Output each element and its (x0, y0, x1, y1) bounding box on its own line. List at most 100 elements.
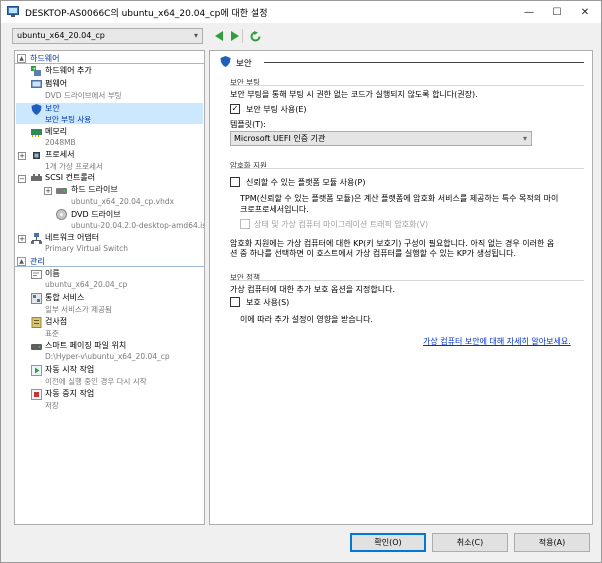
tpm-checkbox-label: 신뢰할 수 있는 플랫폼 모듈 사용(P) (246, 178, 366, 187)
tree-item-name-sub: ubuntu_x64_20.04_cp (45, 280, 128, 289)
security-policy-description: 가상 컴퓨터에 대한 추가 보호 옵션을 지정합니다. (230, 285, 395, 294)
tree-item-name[interactable]: 이름 (45, 268, 60, 280)
shielding-checkbox-label: 보호 사용(S) (246, 298, 290, 307)
tree-item-scsi-controller[interactable]: SCSI 컨트롤러 (45, 172, 95, 184)
tree-item-dvd-drive-sub: ubuntu-20.04.2.0-desktop-amd64.iso (71, 221, 205, 230)
tree-item-integration-services-sub: 일부 서비스가 제공됨 (45, 305, 112, 314)
network-adapter-icon (31, 233, 42, 244)
secure-boot-checkbox[interactable]: ✓ (230, 104, 240, 114)
expand-processor-icon[interactable]: + (18, 152, 26, 160)
apply-button[interactable]: 적용(A) (514, 533, 590, 552)
close-icon: ✕ (580, 6, 590, 18)
encrypt-traffic-checkbox[interactable] (240, 219, 250, 229)
tpm-description-line-1: TPM(신뢰할 수 있는 플랫폼 모듈)은 계산 플랫폼에 암호화 서비스를 제… (240, 194, 559, 203)
template-label: 템플릿(T): (230, 120, 266, 129)
tree-item-hard-drive[interactable]: 하드 드라이브 (71, 184, 118, 196)
management-header-label: 관리 (30, 256, 45, 266)
template-dropdown[interactable]: Microsoft UEFI 인증 기관 ▾ (230, 131, 532, 146)
collapse-scsi-icon[interactable]: − (18, 175, 26, 183)
hard-drive-icon (56, 188, 67, 194)
tree-item-hard-drive-sub: ubuntu_x64_20.04_cp.vhdx (71, 197, 175, 206)
security-policy-group-title: 보안 정책 (230, 273, 260, 282)
vm-selector-value: ubuntu_x64_20.04_cp (17, 31, 105, 40)
shield-icon (220, 56, 231, 67)
collapse-icon[interactable]: ▲ (17, 53, 26, 63)
tpm-checkbox[interactable] (230, 177, 240, 187)
tree-item-checkpoints-sub: 표준 (45, 329, 59, 338)
scsi-controller-icon (31, 174, 42, 181)
tree-item-firmware[interactable]: 펌웨어 (45, 78, 67, 90)
maximize-button[interactable]: ☐ (543, 1, 571, 23)
tree-item-processor[interactable]: 프로세서 (45, 149, 74, 161)
minimize-button[interactable]: — (515, 1, 543, 23)
encryption-group-rule (230, 168, 584, 169)
expand-network-adapter-icon[interactable]: + (18, 235, 26, 243)
learn-more-link[interactable]: 가상 컴퓨터 보안에 대해 자세히 알아보세요. (423, 336, 571, 347)
hardware-section-header[interactable]: ▲ 하드웨어 (15, 53, 204, 63)
expand-hard-drive-icon[interactable]: + (44, 187, 52, 195)
ok-button[interactable]: 확인(O) (350, 533, 426, 552)
key-protector-description-line-2: 션 중 하나를 선택하면 이 호스트에서 가상 컴퓨터를 실행할 수 있는 KP… (230, 249, 517, 258)
refresh-button[interactable] (248, 29, 262, 43)
encrypt-traffic-label: 상태 및 가상 컴퓨터 마이그레이션 트래픽 암호화(V) (254, 220, 429, 229)
tree-item-security-sub: 보안 부팅 사용 (45, 115, 92, 124)
management-section-header[interactable]: ▲ 관리 (15, 256, 204, 266)
settings-window: DESKTOP-AS0066C의 ubuntu_x64_20.04_cp에 대한… (0, 0, 602, 563)
auto-stop-icon (31, 389, 42, 400)
checkpoint-icon (31, 317, 42, 328)
chevron-down-icon: ▾ (522, 134, 527, 143)
shielding-checkbox[interactable] (230, 297, 240, 307)
security-settings-panel: 보안 보안 부팅 보안 부팅을 통해 부팅 시 권한 없는 코드가 실행되지 않… (209, 50, 593, 525)
tree-item-add-hardware[interactable]: 하드웨어 추가 (45, 65, 92, 77)
name-icon (31, 270, 42, 279)
window-title: DESKTOP-AS0066C의 ubuntu_x64_20.04_cp에 대한… (25, 9, 268, 19)
memory-icon (31, 129, 42, 137)
tree-item-smart-paging[interactable]: 스마트 페이징 파일 위치 (45, 340, 126, 352)
title-bar: DESKTOP-AS0066C의 ubuntu_x64_20.04_cp에 대한… (1, 1, 601, 23)
add-hardware-icon: + (31, 66, 41, 76)
dvd-drive-icon (56, 209, 67, 220)
template-dropdown-value: Microsoft UEFI 인증 기관 (234, 134, 326, 143)
next-button[interactable] (227, 29, 241, 43)
close-button[interactable]: ✕ (571, 1, 599, 23)
tree-item-auto-start[interactable]: 자동 시작 작업 (45, 364, 94, 376)
cancel-button[interactable]: 취소(C) (432, 533, 508, 552)
secure-boot-group-rule (230, 85, 584, 86)
hardware-header-label: 하드웨어 (30, 53, 60, 63)
tree-item-auto-start-sub: 이전에 실행 중인 경우 다시 시작 (45, 377, 147, 386)
refresh-icon (250, 30, 260, 41)
secure-boot-checkbox-label: 보안 부팅 사용(E) (246, 105, 307, 114)
shielding-description: 이에 따라 추가 설정이 영향을 받습니다. (240, 315, 374, 324)
panel-header: 보안 (236, 59, 252, 69)
tree-item-dvd-drive[interactable]: DVD 드라이브 (71, 209, 121, 221)
tpm-description-line-2: 크로프로세서입니다. (240, 205, 309, 214)
tree-item-network-adapter-sub: Primary Virtual Switch (45, 244, 129, 253)
encryption-group-title: 암호화 지원 (230, 161, 267, 170)
hyperv-settings-icon (7, 6, 19, 17)
smart-paging-icon (31, 344, 42, 350)
arrow-left-icon (214, 31, 223, 41)
security-policy-group-rule (230, 280, 584, 281)
firmware-icon (31, 80, 42, 88)
secure-boot-group-title: 보안 부팅 (230, 78, 260, 87)
panel-header-rule (264, 62, 584, 63)
svg-text:+: + (32, 67, 36, 73)
auto-start-icon (31, 365, 42, 376)
integration-services-icon (31, 293, 42, 304)
arrow-right-icon (230, 31, 239, 41)
tree-item-memory[interactable]: 메모리 (45, 126, 67, 138)
tree-item-smart-paging-sub: D:\Hyper-v\ubuntu_x64_20.04_cp (45, 352, 170, 361)
collapse-icon[interactable]: ▲ (17, 256, 26, 266)
previous-button[interactable] (212, 29, 226, 43)
chevron-down-icon: ▾ (193, 31, 198, 40)
tree-item-auto-stop[interactable]: 자동 중지 작업 (45, 388, 94, 400)
toolbar-separator (242, 29, 243, 43)
tree-item-memory-sub: 2048MB (45, 138, 76, 147)
secure-boot-description: 보안 부팅을 통해 부팅 시 권한 없는 코드가 실행되지 않도록 합니다(권장… (230, 90, 478, 99)
tree-item-firmware-sub: DVD 드라이브에서 부팅 (45, 91, 122, 100)
processor-icon (33, 152, 40, 159)
tree-item-checkpoints[interactable]: 검사점 (45, 316, 67, 328)
vm-selector[interactable]: ubuntu_x64_20.04_cp ▾ (12, 28, 203, 44)
tree-item-network-adapter[interactable]: 네트워크 어댑터 (45, 232, 99, 244)
tree-item-integration-services[interactable]: 통합 서비스 (45, 292, 84, 304)
